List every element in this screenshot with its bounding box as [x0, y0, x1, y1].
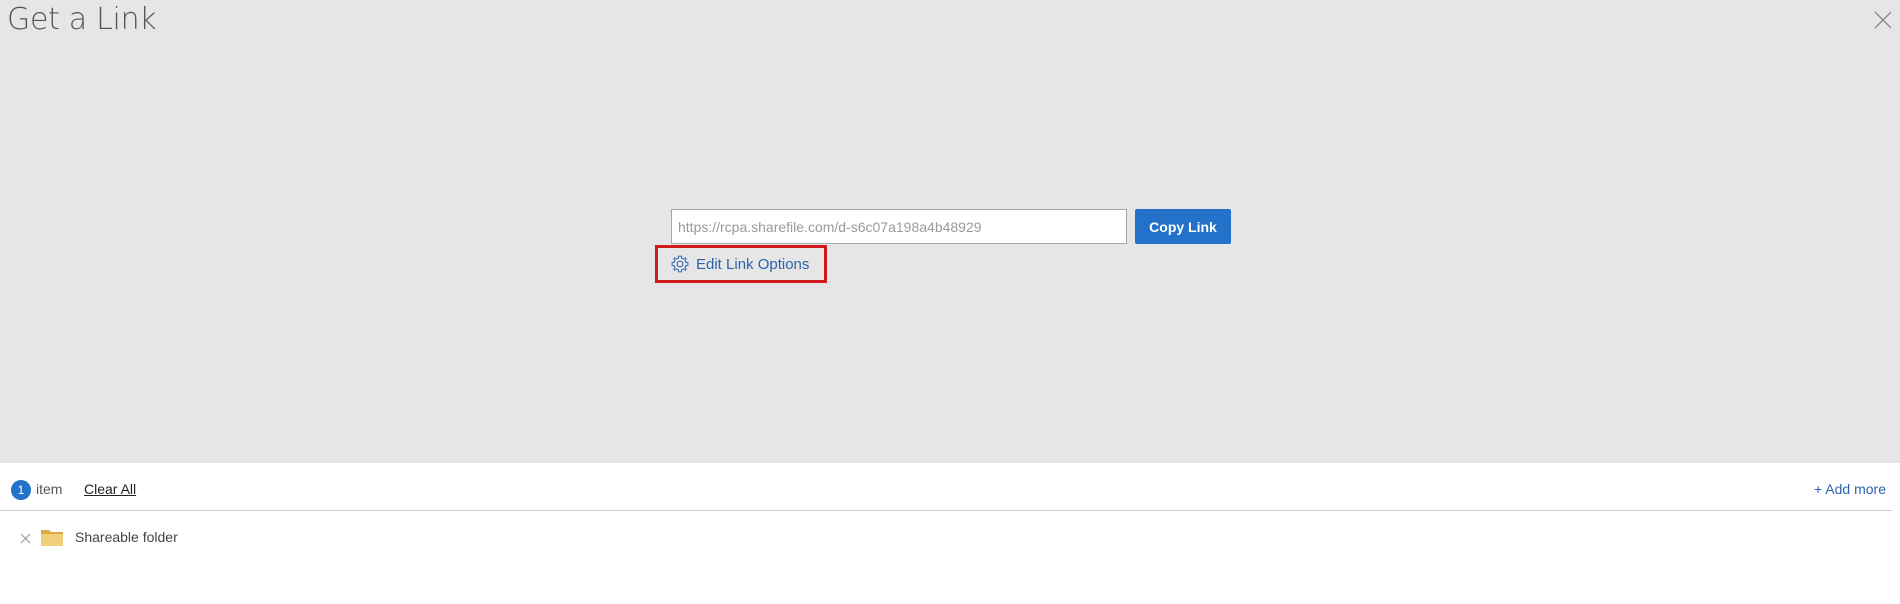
gear-icon	[671, 255, 689, 273]
edit-link-options-button[interactable]: Edit Link Options	[655, 245, 827, 283]
copy-link-button[interactable]: Copy Link	[1135, 209, 1231, 244]
folder-icon	[40, 527, 64, 547]
clear-all-link[interactable]: Clear All	[84, 481, 136, 497]
items-bar	[0, 463, 1900, 511]
divider	[0, 510, 1892, 511]
item-name: Shareable folder	[75, 529, 178, 545]
add-more-link[interactable]: + Add more	[1814, 481, 1886, 497]
dialog-title: Get a Link	[7, 2, 157, 37]
item-count-badge: 1	[11, 480, 31, 500]
close-button[interactable]	[1872, 9, 1894, 31]
item-count-label: item	[36, 481, 63, 497]
close-icon	[1874, 11, 1892, 29]
close-icon	[20, 533, 31, 544]
edit-link-options-label: Edit Link Options	[696, 255, 810, 273]
link-dialog-panel: Get a Link Copy Link Edit Link Options	[0, 0, 1900, 463]
link-url-field[interactable]	[671, 209, 1127, 244]
remove-item-button[interactable]	[20, 531, 31, 544]
